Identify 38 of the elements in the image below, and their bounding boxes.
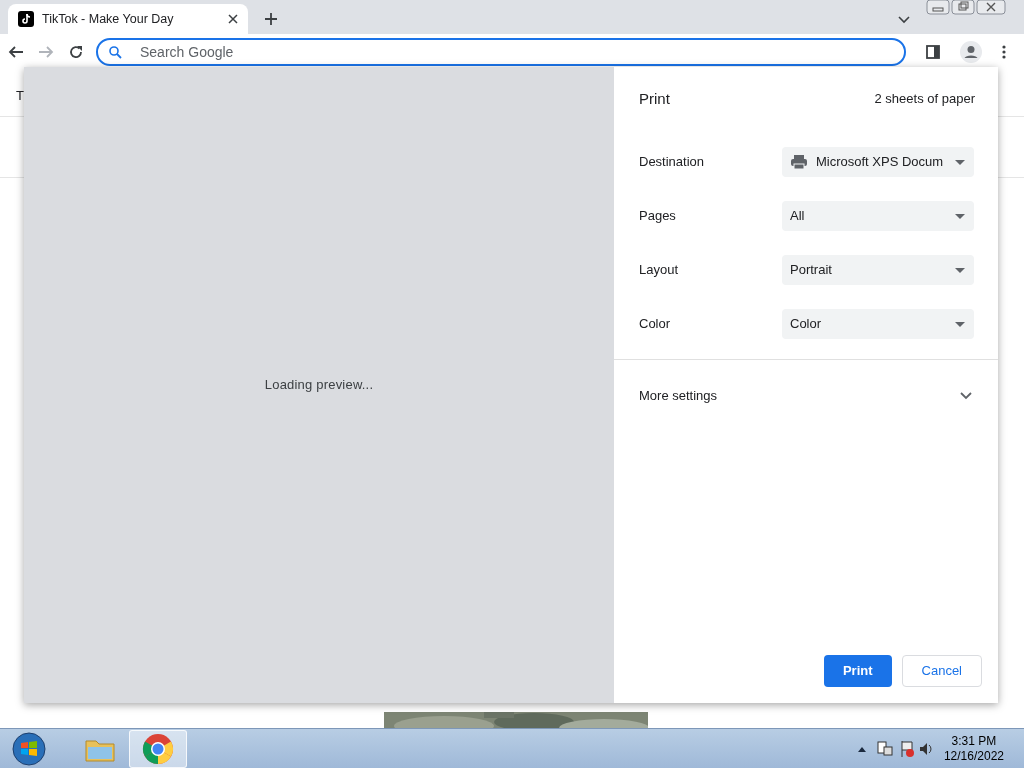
nav-link[interactable]: T: [16, 86, 24, 106]
sheet-count: 2 sheets of paper: [874, 90, 975, 109]
loading-text: Loading preview...: [264, 376, 374, 395]
new-tab-icon[interactable]: [264, 12, 278, 26]
setting-dropdown[interactable]: Portrait: [782, 255, 974, 285]
caret-icon: [954, 266, 966, 274]
clock[interactable]: 3:31 PM 12/16/2022: [931, 733, 1024, 764]
caret-icon: [954, 212, 966, 220]
setting-label: Layout: [639, 261, 680, 280]
browser-tab[interactable]: TikTok - Make Your Day: [8, 4, 248, 34]
chrome-icon[interactable]: [142, 732, 174, 765]
tab-list-icon[interactable]: [898, 16, 910, 24]
setting-dropdown[interactable]: Microsoft XPS Docum: [782, 147, 974, 177]
side-panel-icon[interactable]: [926, 45, 940, 59]
setting-dropdown[interactable]: All: [782, 201, 974, 231]
reload-icon[interactable]: [68, 44, 84, 60]
menu-icon[interactable]: [1002, 45, 1006, 59]
back-icon[interactable]: [8, 44, 24, 60]
setting-label: Color: [639, 315, 672, 334]
tray-icons[interactable]: [855, 738, 932, 759]
window-controls-icon[interactable]: [926, 0, 1006, 17]
cancel-button[interactable]: Cancel: [901, 655, 982, 687]
setting-label: Destination: [639, 153, 706, 172]
setting-label: Pages: [639, 207, 677, 226]
address-bar[interactable]: Search Google: [96, 38, 906, 66]
caret-icon: [954, 320, 966, 328]
printer-icon: [790, 154, 808, 170]
search-icon: [109, 46, 122, 59]
caret-icon: [954, 158, 966, 166]
start-button[interactable]: [9, 730, 49, 767]
chevron-icon: [960, 392, 972, 400]
print-button[interactable]: Print: [823, 655, 892, 687]
app-logo-icon: [18, 11, 34, 27]
more-settings-toggle[interactable]: More settings: [614, 360, 998, 432]
dialog-title: Print: [639, 88, 670, 109]
close-icon[interactable]: [228, 14, 238, 24]
setting-dropdown[interactable]: Color: [782, 309, 974, 339]
profile-icon[interactable]: [960, 41, 982, 63]
